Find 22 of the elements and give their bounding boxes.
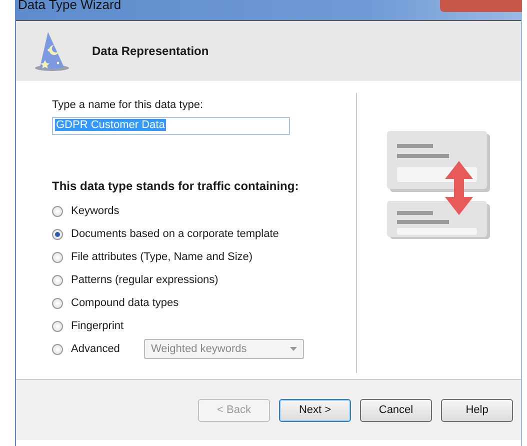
option-label[interactable]: Advanced [71, 343, 120, 355]
radio-button[interactable] [52, 298, 63, 308]
field-label: Type a name for this data type: [52, 99, 204, 111]
radio-button[interactable] [52, 320, 63, 332]
option-label[interactable]: Compound data types [71, 297, 179, 309]
radio-button[interactable] [52, 228, 63, 240]
radio-button[interactable] [52, 206, 63, 216]
page-title: Data Representation [92, 44, 209, 58]
radio-button[interactable] [52, 274, 63, 286]
option-label[interactable]: File attributes (Type, Name and Size) [71, 251, 253, 263]
wizard-button[interactable]: Cancel [360, 398, 432, 422]
wizard-button[interactable]: Next > [279, 398, 351, 422]
wizard-hat-icon [34, 30, 70, 72]
section-heading: This data type stands for traffic containing: [52, 179, 300, 193]
radio-button[interactable] [52, 344, 63, 354]
option-label[interactable]: Keywords [71, 205, 120, 217]
caret-icon [290, 347, 297, 351]
option-label[interactable]: Patterns (regular expressions) [71, 274, 218, 286]
wizard-button[interactable]: Help [441, 398, 513, 422]
option-label[interactable]: Documents based on a corporate template [71, 228, 279, 240]
option-label[interactable]: Fingerprint [71, 320, 124, 332]
radio-button[interactable] [52, 252, 63, 262]
